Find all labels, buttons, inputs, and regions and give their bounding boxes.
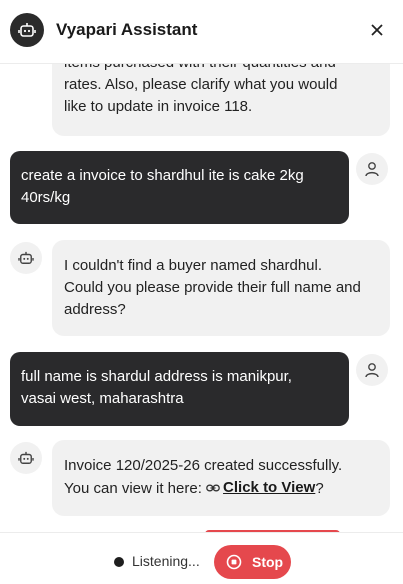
voice-footer: Listening... Stop bbox=[0, 532, 403, 584]
assistant-message: Invoice 120/2025-26 created successfully… bbox=[52, 440, 390, 516]
link-icon bbox=[206, 484, 220, 492]
message-line: I couldn't find a buyer named shardhul. bbox=[64, 257, 323, 274]
user-icon bbox=[365, 363, 379, 378]
message-line: You can view it here: Click to View? bbox=[64, 477, 378, 500]
chat-messages[interactable]: items purchased with their quantities an… bbox=[0, 64, 403, 532]
message-line: Invoice 120/2025-26 created successfully… bbox=[64, 457, 343, 474]
message-line: address? bbox=[64, 301, 126, 318]
view-invoice-link-text[interactable]: Click to View bbox=[223, 477, 315, 499]
message-line: like to update in invoice 118. bbox=[64, 98, 253, 115]
listening-indicator bbox=[114, 557, 124, 567]
robot-icon bbox=[18, 251, 34, 264]
robot-icon bbox=[10, 13, 44, 47]
message-text: You can view it here: bbox=[64, 480, 202, 497]
user-icon bbox=[365, 162, 379, 177]
assistant-message: I couldn't find a buyer named shardhul. … bbox=[52, 240, 390, 336]
user-message: full name is shardul address is manikpur… bbox=[10, 352, 349, 426]
message-line: Could you please provide their full name… bbox=[64, 279, 361, 296]
user-avatar bbox=[356, 354, 388, 386]
message-line: items purchased with their quantities an… bbox=[64, 64, 378, 74]
close-button[interactable] bbox=[369, 22, 385, 38]
message-text: ? bbox=[315, 480, 324, 497]
view-invoice-link[interactable]: Click to View bbox=[206, 477, 315, 499]
user-message: create a invoice to shardhul ite is cake… bbox=[10, 151, 349, 224]
assistant-message: items purchased with their quantities an… bbox=[52, 64, 390, 136]
message-line: vasai west, maharashtra bbox=[21, 390, 184, 407]
message-line: full name is shardul address is manikpur… bbox=[21, 368, 292, 385]
assistant-avatar bbox=[10, 242, 42, 274]
message-line: rates. Also, please clarify what you wou… bbox=[64, 76, 338, 93]
chat-header: Vyapari Assistant bbox=[0, 0, 403, 64]
message-line: 40rs/kg bbox=[21, 189, 71, 206]
stop-button[interactable]: Stop bbox=[214, 545, 291, 579]
assistant-avatar bbox=[10, 442, 42, 474]
chat-title: Vyapari Assistant bbox=[56, 20, 198, 39]
user-avatar bbox=[356, 153, 388, 185]
robot-icon bbox=[18, 451, 34, 464]
message-line: create a invoice to shardhul ite is cake… bbox=[21, 167, 304, 184]
close-icon bbox=[371, 24, 383, 36]
listening-status: Listening... bbox=[132, 553, 200, 569]
stop-button-label[interactable]: Stop bbox=[252, 554, 283, 570]
stop-circle-icon bbox=[226, 554, 242, 570]
